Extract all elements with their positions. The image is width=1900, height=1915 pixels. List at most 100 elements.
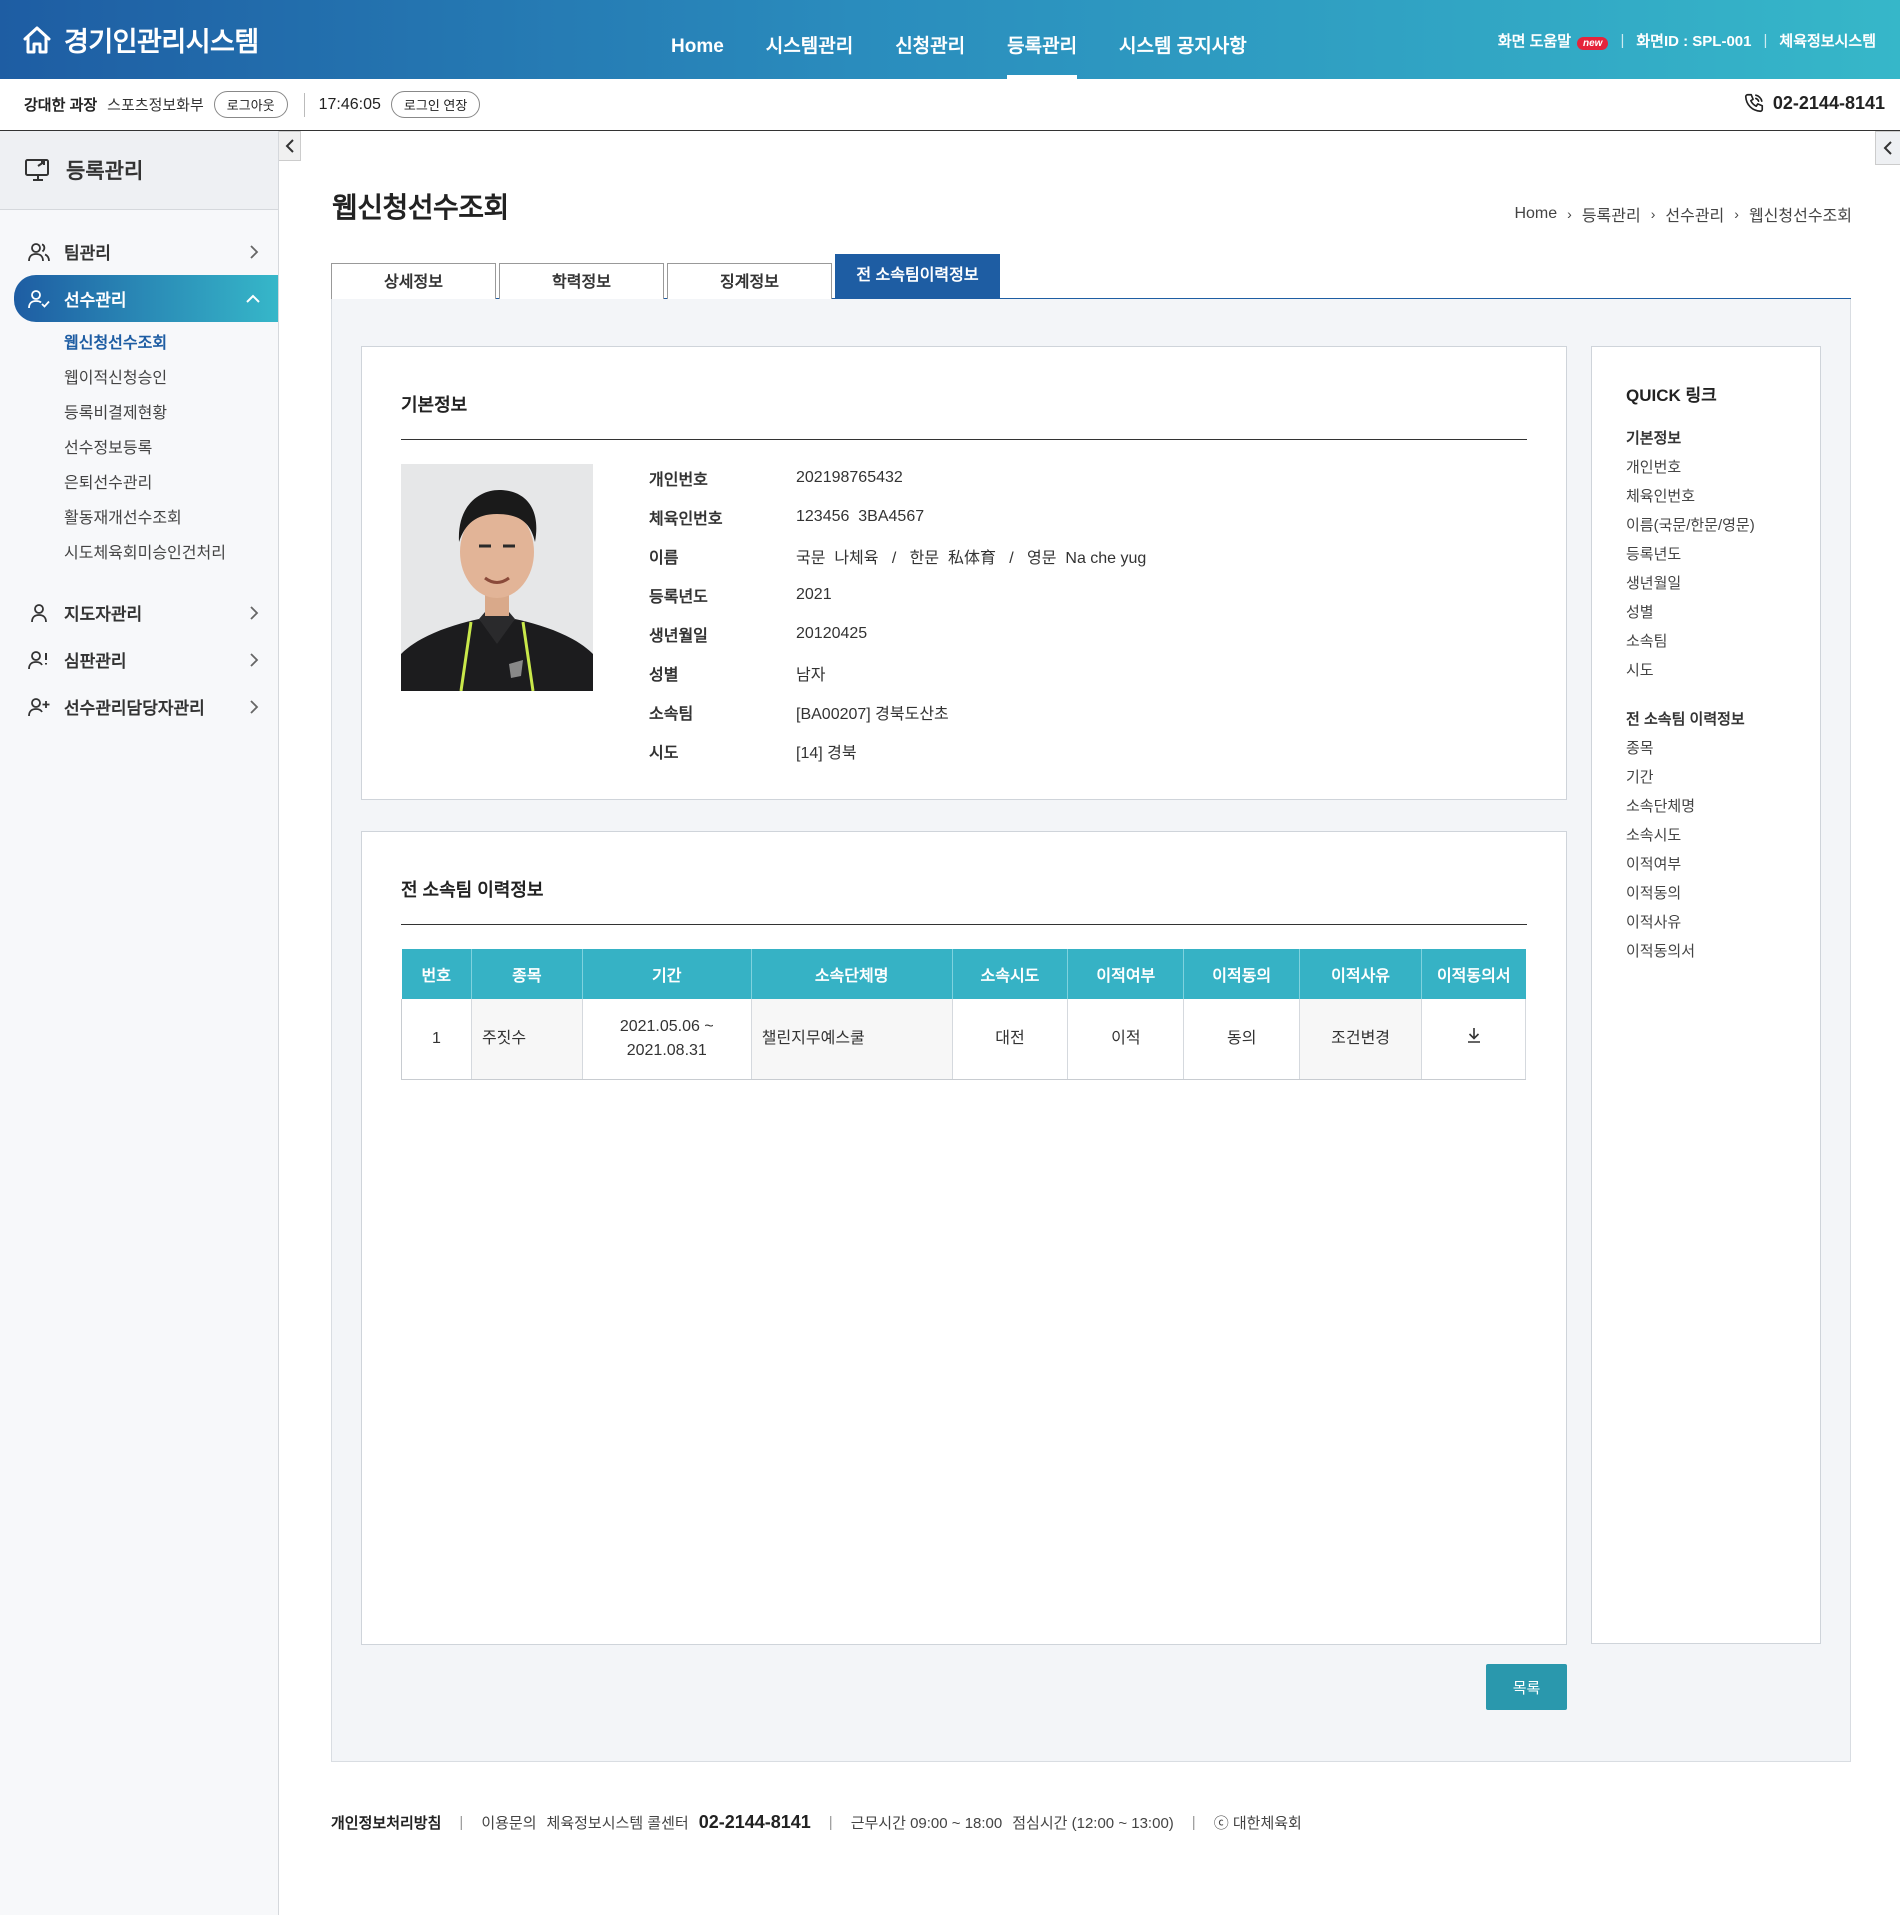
breadcrumb-registration[interactable]: 등록관리: [1582, 202, 1641, 226]
cell-consent-doc: [1421, 999, 1526, 1080]
chevron-right-icon: [248, 244, 260, 259]
chevron-right-icon: [248, 605, 260, 620]
cell-sport: 주짓수: [471, 999, 583, 1080]
sidebar-item-label: 지도자관리: [64, 605, 143, 624]
nav-system[interactable]: 시스템관리: [745, 0, 874, 79]
extend-login-button[interactable]: 로그인 연장: [390, 91, 481, 118]
content-area: 기본정보 개인번호 202198765432 체육인번호 123456 3BA456…: [331, 299, 1851, 1762]
quick-link[interactable]: 등록년도: [1626, 540, 1820, 569]
quick-link[interactable]: 시도: [1626, 656, 1820, 685]
breadcrumb-current: 웹신청선수조회: [1748, 208, 1852, 225]
quick-link[interactable]: 소속단체명: [1626, 792, 1820, 821]
quick-link[interactable]: 이적사유: [1626, 908, 1820, 937]
sidebar-item-referee[interactable]: 심판관리: [0, 636, 278, 683]
quick-link[interactable]: 생년월일: [1626, 569, 1820, 598]
users-icon: [28, 241, 50, 263]
utility-links: 화면 도움말 new | 화면ID : SPL-001 | 체육정보시스템: [1497, 30, 1876, 51]
nav-application[interactable]: 신청관리: [874, 0, 986, 79]
callcenter-label: 체육정보시스템 콜센터: [546, 1815, 689, 1832]
section-title: 기본정보: [401, 395, 468, 415]
chevron-up-icon: [246, 293, 260, 305]
submenu-reactivated-player[interactable]: 활동재개선수조회: [64, 501, 278, 536]
submenu-player: 웹신청선수조회 웹이적신청승인 등록비결제현황 선수정보등록 은퇴선수관리 활동…: [0, 322, 278, 589]
monitor-icon: [24, 157, 52, 183]
quick-link[interactable]: 이름(국문/한문/영문): [1626, 511, 1820, 540]
phone-number: 02-2144-8141: [1743, 92, 1885, 114]
quick-links-panel: QUICK 링크 기본정보 개인번호 체육인번호 이름(국문/한문/영문) 등록…: [1591, 346, 1821, 1644]
submenu-fee-payment[interactable]: 등록비결제현황: [64, 396, 278, 431]
list-button[interactable]: 목록: [1486, 1664, 1567, 1710]
privacy-policy-link[interactable]: 개인정보처리방침: [331, 1812, 441, 1833]
sidebar-item-team[interactable]: 팀관리: [0, 228, 278, 275]
column-header: 소속시도: [952, 949, 1069, 999]
quick-link[interactable]: 종목: [1626, 734, 1820, 763]
nav-home[interactable]: Home: [650, 0, 745, 79]
quick-heading-basic[interactable]: 기본정보: [1626, 424, 1820, 453]
column-header: 기간: [582, 949, 752, 999]
column-header: 이적여부: [1067, 949, 1185, 999]
submenu-web-transfer-approval[interactable]: 웹이적신청승인: [64, 361, 278, 396]
logout-button[interactable]: 로그아웃: [213, 91, 288, 118]
help-link[interactable]: 화면 도움말 new: [1498, 30, 1609, 51]
phone-icon: [1743, 92, 1765, 114]
submenu-web-apply-search[interactable]: 웹신청선수조회: [64, 326, 278, 361]
field-registration-year: 등록년도 2021: [649, 585, 832, 606]
sidebar-item-label: 심판관리: [64, 652, 127, 671]
submenu-retired-player[interactable]: 은퇴선수관리: [64, 466, 278, 501]
divider: [401, 924, 1527, 925]
user-check-icon: [28, 288, 50, 310]
quick-link[interactable]: 개인번호: [1626, 453, 1820, 482]
quick-link[interactable]: 소속시도: [1626, 821, 1820, 850]
tab-previous-team[interactable]: 전 소속팀이력정보: [835, 254, 1000, 299]
team-history-card: 전 소속팀 이력정보 번호 종목 기간 소속단체명 소속시도 이적여부 이적동의…: [361, 831, 1567, 1645]
submenu-unapproved-cases[interactable]: 시도체육회미승인건처리: [64, 536, 278, 571]
chevron-right-icon: ›: [1734, 206, 1739, 222]
quick-links-title: QUICK 링크: [1626, 386, 1717, 405]
sidebar-item-player[interactable]: 선수관리: [14, 275, 278, 322]
tab-bar: 상세정보 학력정보 징계정보 전 소속팀이력정보: [331, 253, 1851, 299]
breadcrumb-home[interactable]: Home: [1514, 205, 1557, 223]
submenu-player-register[interactable]: 선수정보등록: [64, 431, 278, 466]
quick-link[interactable]: 성별: [1626, 598, 1820, 627]
column-header: 이적동의: [1183, 949, 1301, 999]
system-name-link[interactable]: 체육정보시스템: [1779, 30, 1876, 51]
tab-discipline[interactable]: 징계정보: [667, 263, 832, 299]
callcenter-phone: 02-2144-8141: [698, 1812, 811, 1832]
quick-panel-toggle-button[interactable]: [1875, 131, 1900, 165]
field-gender: 성별 남자: [649, 666, 826, 684]
cell-org: 챌린지무예스쿨: [751, 999, 953, 1080]
nav-notice[interactable]: 시스템 공지사항: [1098, 0, 1268, 79]
breadcrumb-player[interactable]: 선수관리: [1665, 202, 1724, 226]
field-personal-number: 개인번호 202198765432: [649, 468, 903, 489]
quick-link[interactable]: 소속팀: [1626, 627, 1820, 656]
cell-reason: 조건변경: [1299, 999, 1423, 1080]
tab-education[interactable]: 학력정보: [499, 263, 664, 299]
chevron-left-icon: [285, 139, 295, 153]
quick-link[interactable]: 이적동의: [1626, 879, 1820, 908]
quick-link[interactable]: 체육인번호: [1626, 482, 1820, 511]
quick-link[interactable]: 이적여부: [1626, 850, 1820, 879]
new-badge: new: [1577, 37, 1609, 50]
column-header: 소속단체명: [751, 949, 953, 999]
sidebar-item-manager[interactable]: 선수관리담당자관리: [0, 683, 278, 730]
tab-detail[interactable]: 상세정보: [331, 263, 496, 299]
nav-registration[interactable]: 등록관리: [986, 0, 1098, 79]
logo[interactable]: 경기인관리시스템: [22, 20, 259, 59]
field-team: 소속팀 [BA00207] 경북도산초: [649, 705, 949, 723]
quick-link[interactable]: 이적동의서: [1626, 937, 1820, 966]
cell-period: 2021.05.06 ~2021.08.31: [582, 999, 752, 1080]
player-photo: [401, 464, 593, 691]
download-icon[interactable]: [1465, 1026, 1483, 1044]
sidebar-collapse-button[interactable]: [279, 131, 301, 161]
chevron-right-icon: ›: [1567, 206, 1572, 222]
column-header: 번호: [401, 949, 472, 999]
cell-transfer: 이적: [1067, 999, 1185, 1080]
quick-heading-history[interactable]: 전 소속팀 이력정보: [1626, 705, 1820, 734]
quick-link[interactable]: 기간: [1626, 763, 1820, 792]
footer: 개인정보처리방침 | 이용문의 체육정보시스템 콜센터 02-2144-8141…: [331, 1812, 1302, 1833]
logo-text: 경기인관리시스템: [64, 27, 259, 57]
session-timer: 17:46:05: [318, 95, 381, 113]
sidebar-menu: 팀관리 선수관리 웹신청선수조회 웹이적신청승인 등록비결제현황 선수정보등록 …: [0, 210, 278, 730]
chevron-right-icon: ›: [1650, 206, 1656, 222]
sidebar-item-coach[interactable]: 지도자관리: [0, 589, 278, 636]
